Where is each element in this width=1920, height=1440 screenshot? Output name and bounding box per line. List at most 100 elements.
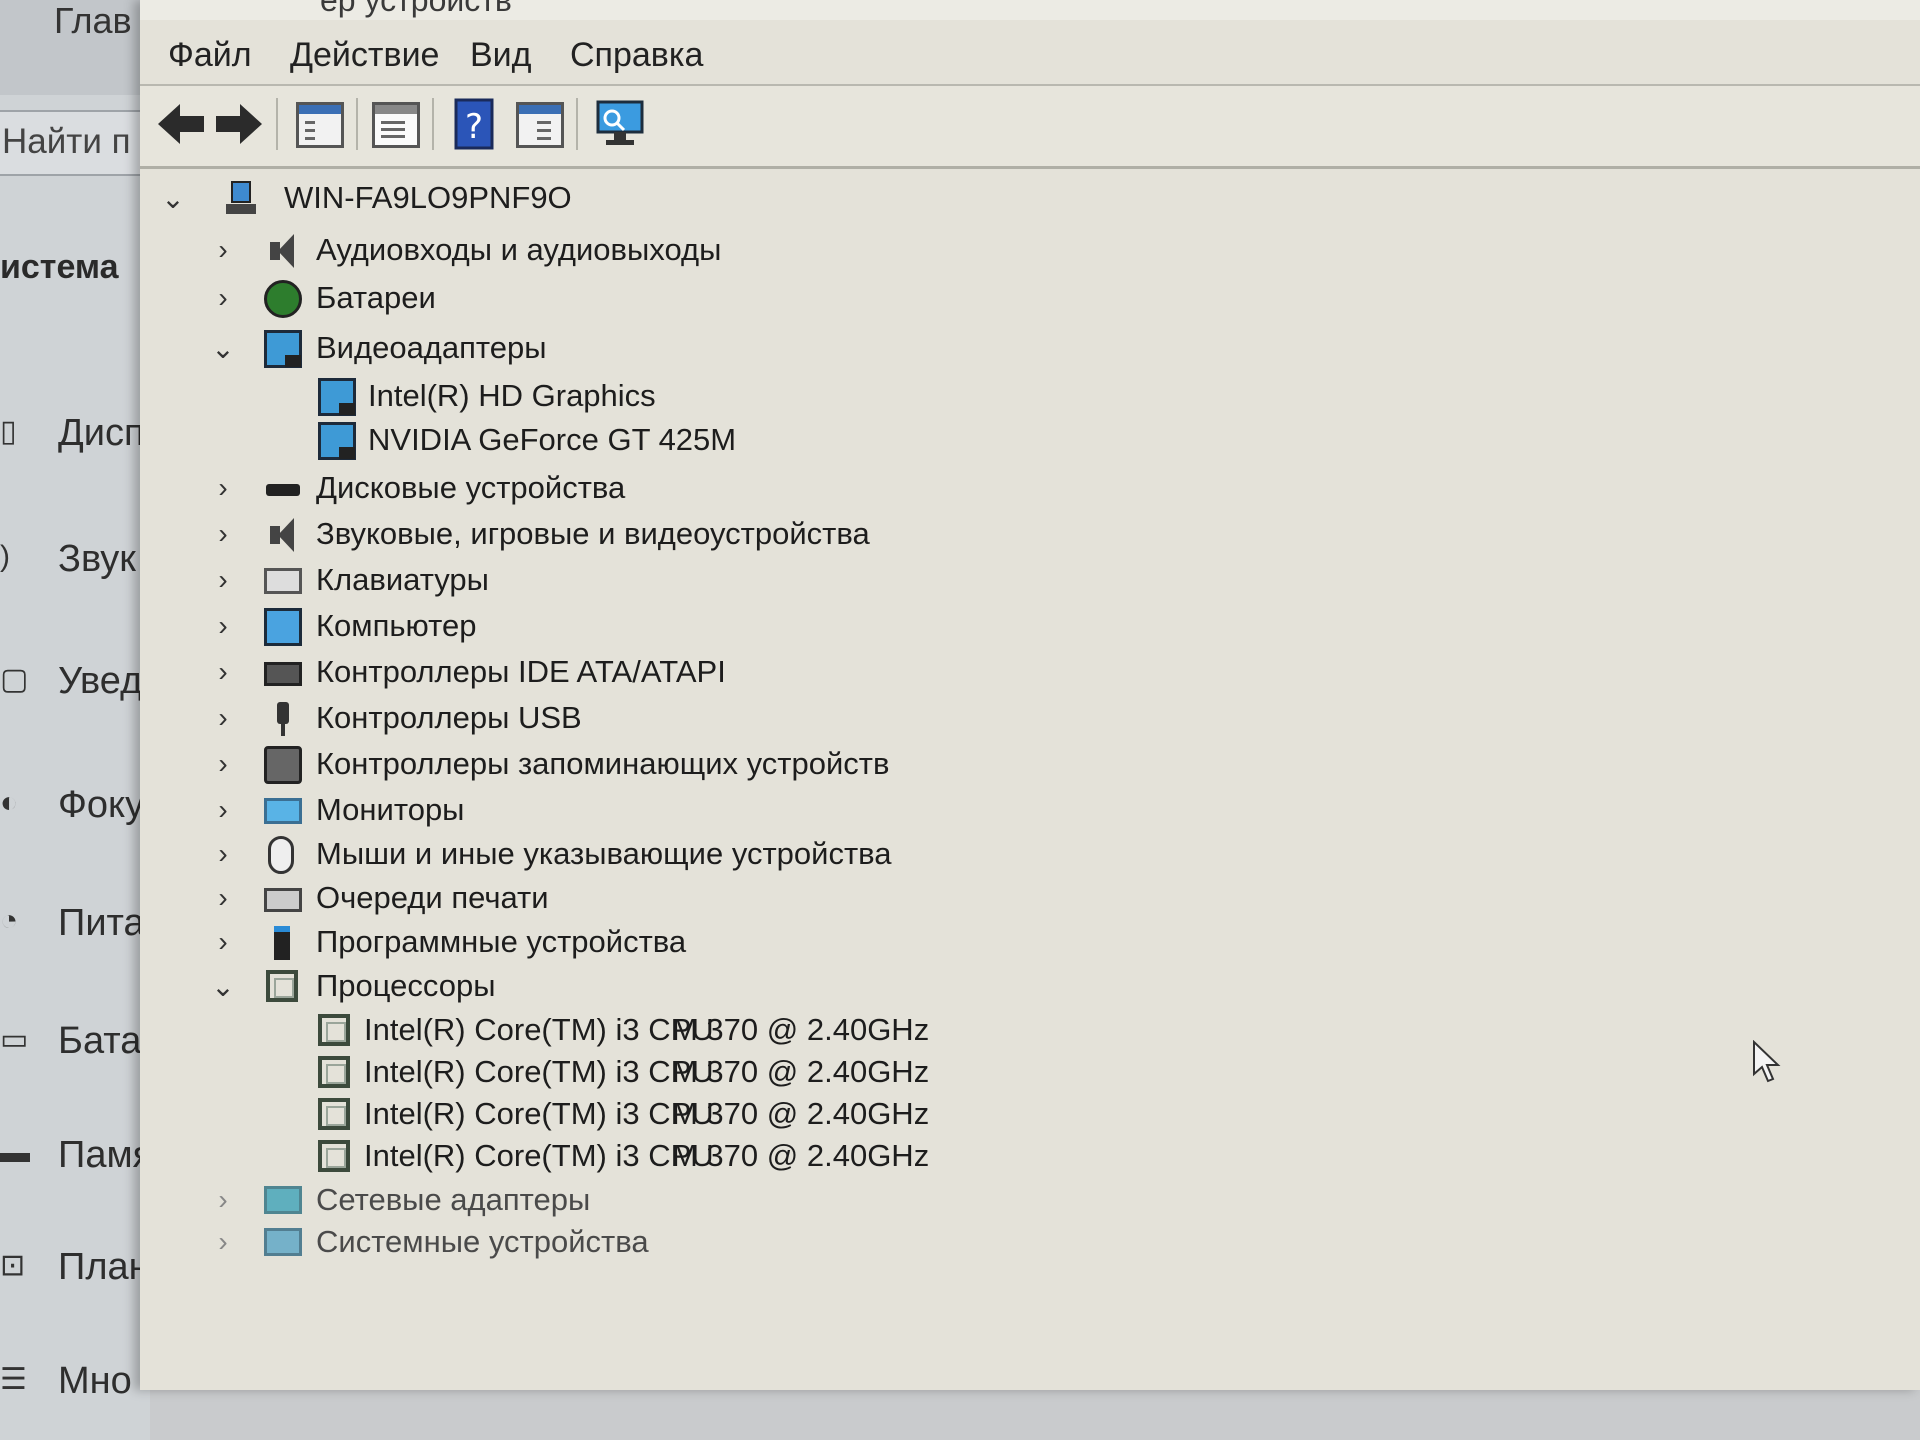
audio-io-icon bbox=[264, 232, 302, 270]
help-icon[interactable]: ? bbox=[446, 96, 504, 152]
tree-category[interactable]: › Сетевые адаптеры bbox=[210, 1180, 1110, 1222]
device-manager-window: ер устройств Файл Действие Вид Справка ?… bbox=[140, 0, 1920, 1390]
settings-nav-label: Пита bbox=[58, 902, 145, 944]
tree-device[interactable]: NVIDIA GeForce GT 425M bbox=[310, 420, 1110, 462]
tree-device[interactable]: Intel(R) Core(TM) i3 CPU M 370 @ 2.40GHz bbox=[310, 1010, 1210, 1052]
tree-category[interactable]: › Контроллеры запоминающих устройств bbox=[210, 744, 1210, 786]
menu-view[interactable]: Вид bbox=[470, 36, 532, 75]
svg-text:?: ? bbox=[465, 107, 483, 147]
chevron-right-icon[interactable]: › bbox=[210, 610, 236, 644]
settings-nav-label: Увед bbox=[58, 660, 143, 702]
sound-icon: ) bbox=[0, 540, 10, 573]
device-label: Intel(R) HD Graphics bbox=[368, 378, 656, 413]
sound-device-icon bbox=[264, 516, 302, 554]
usb-controller-icon bbox=[264, 700, 302, 738]
settings-nav-storage[interactable]: ▬ Памя bbox=[0, 1126, 154, 1196]
chevron-right-icon[interactable]: › bbox=[210, 518, 236, 552]
category-label: Процессоры bbox=[316, 968, 496, 1003]
settings-search-box[interactable]: Найти п bbox=[0, 110, 150, 176]
tree-category[interactable]: › Контроллеры USB bbox=[210, 698, 1110, 740]
chevron-right-icon[interactable]: › bbox=[210, 838, 236, 872]
tree-category[interactable]: › Мониторы bbox=[210, 790, 1110, 832]
tree-category[interactable]: › Мыши и иные указывающие устройства bbox=[210, 834, 1210, 876]
scan-hardware-icon[interactable] bbox=[592, 96, 650, 152]
cpu-name: Intel(R) Core(TM) i3 CPU bbox=[364, 1096, 714, 1131]
title-bar[interactable]: ер устройств bbox=[140, 0, 1920, 20]
chevron-right-icon[interactable]: › bbox=[210, 472, 236, 506]
show-hide-tree-icon[interactable] bbox=[290, 96, 348, 152]
tree-category[interactable]: › Дисковые устройства bbox=[210, 468, 1110, 510]
category-label: Очереди печати bbox=[316, 880, 549, 915]
back-icon[interactable] bbox=[154, 96, 212, 152]
tree-category[interactable]: ⌄ Видеоадаптеры bbox=[210, 328, 1110, 370]
notifications-icon: ▢ bbox=[0, 663, 29, 696]
tree-category[interactable]: ⌄ Процессоры bbox=[210, 966, 1110, 1008]
settings-nav-label: Памя bbox=[58, 1134, 154, 1176]
chevron-right-icon[interactable]: › bbox=[210, 234, 236, 268]
tree-category[interactable]: › Батареи bbox=[210, 278, 1110, 320]
display-adapter-icon bbox=[318, 422, 356, 460]
tree-device[interactable]: Intel(R) HD Graphics bbox=[310, 376, 1110, 418]
device-label: NVIDIA GeForce GT 425M bbox=[368, 422, 737, 457]
chevron-down-icon[interactable]: ⌄ bbox=[160, 182, 186, 216]
battery-icon: ▭ bbox=[0, 1023, 29, 1056]
settings-nav-notifications[interactable]: ▢ Увед bbox=[0, 652, 150, 722]
settings-home[interactable]: Глав bbox=[0, 0, 150, 95]
chevron-right-icon[interactable]: › bbox=[210, 702, 236, 736]
battery-icon bbox=[264, 280, 302, 318]
tree-category[interactable]: › Компьютер bbox=[210, 606, 1110, 648]
root-label: WIN-FA9LO9PNF9O bbox=[284, 180, 572, 215]
category-label: Системные устройства bbox=[316, 1224, 649, 1259]
tree-category[interactable]: › Очереди печати bbox=[210, 878, 1110, 920]
cpu-model: M 370 @ 2.40GHz bbox=[672, 1096, 930, 1131]
forward-icon[interactable] bbox=[210, 96, 268, 152]
cpu-name: Intel(R) Core(TM) i3 CPU bbox=[364, 1012, 714, 1047]
tree-root[interactable]: ⌄ WIN-FA9LO9PNF9O bbox=[160, 178, 860, 220]
settings-nav-sound[interactable]: ) Звук bbox=[0, 530, 150, 600]
action-pane-icon[interactable] bbox=[510, 96, 568, 152]
chevron-down-icon[interactable]: ⌄ bbox=[210, 332, 236, 366]
tree-device[interactable]: Intel(R) Core(TM) i3 CPU M 370 @ 2.40GHz bbox=[310, 1094, 1210, 1136]
menu-help[interactable]: Справка bbox=[570, 36, 703, 75]
chevron-right-icon[interactable]: › bbox=[210, 282, 236, 316]
chevron-right-icon[interactable]: › bbox=[210, 1226, 236, 1260]
home-label: Глав bbox=[54, 0, 132, 41]
cpu-model: M 370 @ 2.40GHz bbox=[672, 1138, 930, 1173]
chevron-right-icon[interactable]: › bbox=[210, 1184, 236, 1218]
category-label: Сетевые адаптеры bbox=[316, 1182, 591, 1217]
settings-nav-display[interactable]: ▯ Дисп bbox=[0, 404, 150, 474]
tree-category[interactable]: › Программные устройства bbox=[210, 922, 1110, 964]
chevron-down-icon[interactable]: ⌄ bbox=[210, 970, 236, 1004]
settings-nav-power[interactable]: ◔ Пита bbox=[0, 894, 150, 964]
tree-device[interactable]: Intel(R) Core(TM) i3 CPU M 370 @ 2.40GHz bbox=[310, 1136, 1210, 1178]
display-adapter-icon bbox=[264, 330, 302, 368]
menu-action[interactable]: Действие bbox=[290, 36, 439, 75]
chevron-right-icon[interactable]: › bbox=[210, 748, 236, 782]
settings-nav-battery[interactable]: ▭ Батар bbox=[0, 1012, 162, 1082]
print-queue-icon bbox=[264, 888, 302, 912]
tree-category[interactable]: › Контроллеры IDE ATA/ATAPI bbox=[210, 652, 1110, 694]
keyboard-icon bbox=[264, 568, 302, 594]
settings-nav-multitasking[interactable]: ☰ Мно bbox=[0, 1352, 150, 1422]
chevron-right-icon[interactable]: › bbox=[210, 926, 236, 960]
menu-file[interactable]: Файл bbox=[168, 36, 252, 75]
tree-category[interactable]: › Аудиовходы и аудиовыходы bbox=[210, 230, 1110, 272]
category-label: Компьютер bbox=[316, 608, 477, 643]
chevron-right-icon[interactable]: › bbox=[210, 656, 236, 690]
chevron-right-icon[interactable]: › bbox=[210, 564, 236, 598]
settings-nav-focus[interactable]: ◐ Фоку bbox=[0, 776, 150, 846]
processor-icon bbox=[318, 1140, 350, 1172]
chevron-right-icon[interactable]: › bbox=[210, 794, 236, 828]
settings-nav-tablet[interactable]: ⊡ План bbox=[0, 1238, 150, 1308]
chevron-right-icon[interactable]: › bbox=[210, 882, 236, 916]
properties-icon[interactable] bbox=[366, 96, 424, 152]
menu-bar: Файл Действие Вид Справка bbox=[140, 24, 1920, 84]
tree-category[interactable]: › Клавиатуры bbox=[210, 560, 1110, 602]
tree-device[interactable]: Intel(R) Core(TM) i3 CPU M 370 @ 2.40GHz bbox=[310, 1052, 1210, 1094]
toolbar-separator bbox=[276, 98, 278, 150]
toolbar-separator bbox=[432, 98, 434, 150]
cpu-name: Intel(R) Core(TM) i3 CPU bbox=[364, 1054, 714, 1089]
category-label: Звуковые, игровые и видеоустройства bbox=[316, 516, 870, 551]
tree-category[interactable]: › Системные устройства bbox=[210, 1222, 1110, 1264]
tree-category[interactable]: › Звуковые, игровые и видеоустройства bbox=[210, 514, 1210, 556]
